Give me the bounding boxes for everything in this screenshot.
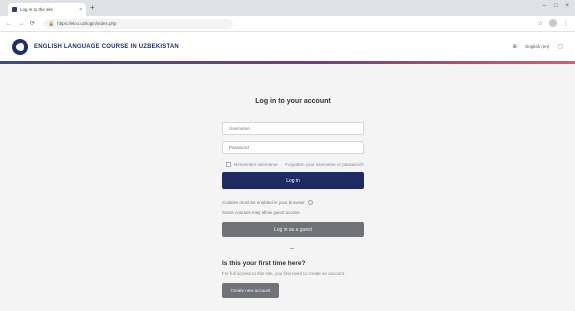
tab-title: Log in to the site [20, 7, 54, 12]
login-title: Log in to your account [255, 98, 331, 105]
window-controls: – □ × [543, 3, 569, 9]
bookmark-star-icon[interactable]: ☆ [538, 20, 543, 27]
new-tab-button[interactable]: + [90, 3, 95, 13]
remember-username[interactable]: Remember username [226, 162, 278, 167]
back-button[interactable]: ← [6, 19, 12, 29]
close-window-button[interactable]: × [565, 3, 569, 9]
globe-icon: ⊕ [512, 44, 518, 50]
signup-description: For full access to this site, you first … [222, 271, 346, 276]
login-button[interactable]: Log in [222, 172, 364, 189]
header-actions: ⊕ English (en) ▢ [512, 43, 563, 50]
site-logo[interactable] [12, 39, 28, 55]
browser-menu-icon[interactable]: ⋮ [563, 20, 569, 27]
guest-notice: Some courses may allow guest access [222, 210, 300, 215]
signup-title: Is this your first time here? [222, 260, 306, 267]
username-input[interactable] [222, 122, 364, 135]
reload-button[interactable]: ⟳ [30, 19, 35, 29]
cookie-notice-text: Cookies must be enabled in your browser [222, 200, 305, 205]
close-tab-icon[interactable]: × [79, 7, 82, 13]
toolbar-actions: ☆ ⋮ [538, 19, 569, 27]
remember-label: Remember username [234, 162, 278, 167]
forgot-password-link[interactable]: Forgotten your username or password? [285, 162, 364, 167]
site-header: ENGLISH LANGUAGE COURSE IN UZBEKISTAN ⊕ … [0, 33, 575, 61]
browser-tab[interactable]: Log in to the site × [8, 3, 86, 16]
minimize-button[interactable]: – [543, 3, 546, 9]
site-favicon-icon [12, 7, 17, 12]
address-bar[interactable]: 🔒 https://elcu.uz/login/index.php [43, 18, 234, 29]
guest-login-button[interactable]: Log in as a guest [222, 222, 364, 237]
square-icon[interactable]: ▢ [557, 43, 563, 50]
address-text: https://elcu.uz/login/index.php [57, 21, 117, 26]
browser-toolbar: ← → ⟳ 🔒 https://elcu.uz/login/index.php … [0, 16, 575, 32]
cookie-notice: Cookies must be enabled in your browser [222, 200, 314, 206]
profile-avatar[interactable] [549, 19, 557, 27]
login-page: Log in to your account Remember username… [0, 64, 575, 311]
language-selector[interactable]: English (en) [525, 44, 549, 49]
site-name[interactable]: ENGLISH LANGUAGE COURSE IN UZBEKISTAN [34, 44, 179, 50]
help-icon[interactable] [308, 200, 314, 206]
maximize-button[interactable]: □ [554, 3, 558, 9]
password-input[interactable] [222, 141, 364, 154]
section-divider [290, 248, 294, 249]
browser-tab-bar: Log in to the site × + – □ × [0, 0, 575, 16]
forward-button[interactable]: → [18, 19, 24, 29]
lock-icon: 🔒 [48, 20, 55, 27]
remember-checkbox[interactable] [226, 162, 231, 167]
create-account-button[interactable]: Create new account [222, 283, 279, 298]
